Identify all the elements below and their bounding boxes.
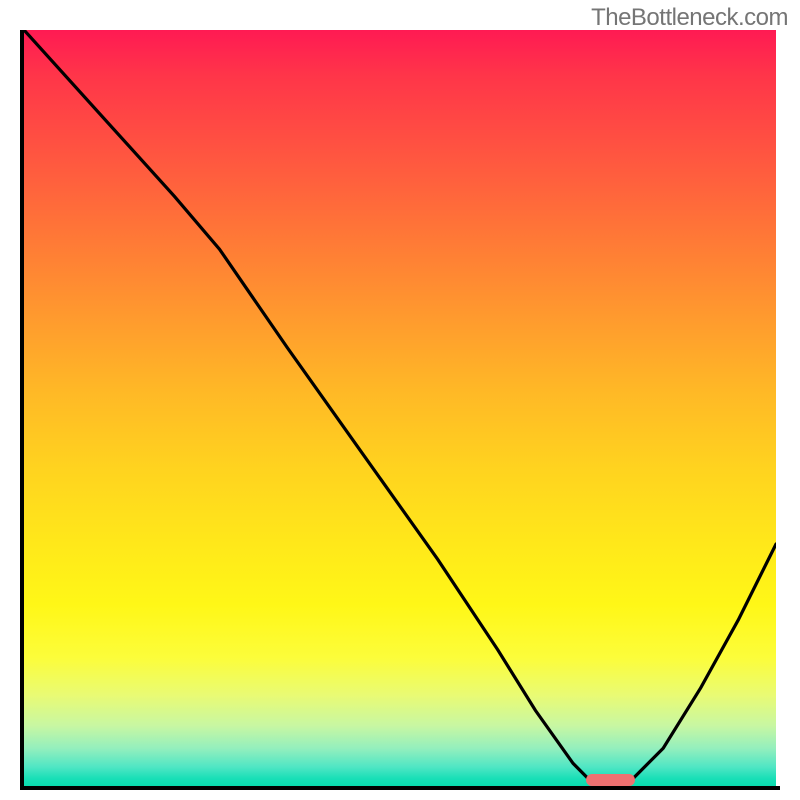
curve-layer: [24, 30, 776, 786]
chart-container: [20, 30, 780, 790]
curve-path: [24, 30, 776, 786]
optimum-marker: [586, 774, 635, 786]
watermark-text: TheBottleneck.com: [591, 4, 788, 32]
plot-area: [24, 30, 776, 786]
y-axis-spine: [20, 30, 24, 790]
x-axis-spine: [20, 786, 780, 790]
